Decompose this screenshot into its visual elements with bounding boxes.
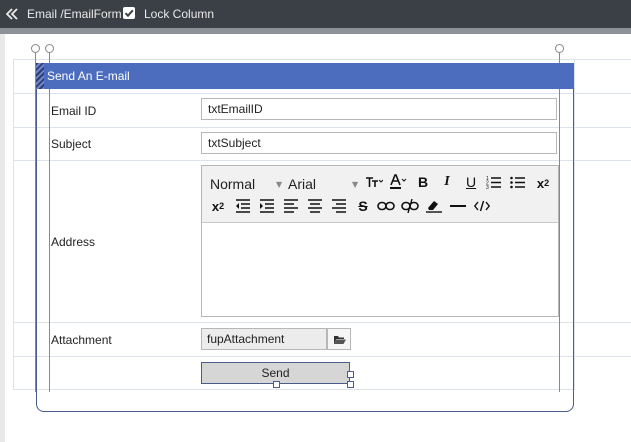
format-select[interactable]: Normal — [210, 176, 255, 192]
text-size-icon[interactable] — [364, 172, 384, 192]
browse-button[interactable] — [327, 328, 351, 350]
unlink-icon[interactable] — [400, 196, 420, 216]
outdent-icon[interactable] — [232, 196, 252, 216]
bold-icon[interactable]: B — [413, 172, 433, 192]
editor-content-area[interactable] — [202, 223, 558, 316]
attachment-label: Attachment — [51, 333, 112, 347]
top-toolbar: Email /EmailForm Lock Column — [0, 0, 631, 28]
resize-handle[interactable] — [347, 371, 354, 378]
align-center-icon[interactable] — [304, 196, 324, 216]
column-anchor-handle[interactable] — [45, 44, 54, 53]
subject-label: Subject — [51, 137, 92, 151]
email-id-field[interactable]: txtEmailID — [201, 98, 557, 120]
email-id-label: Email ID — [51, 104, 97, 118]
clear-format-icon[interactable] — [424, 196, 444, 216]
indent-icon[interactable] — [256, 196, 276, 216]
superscript-icon[interactable]: x2 — [208, 196, 228, 216]
font-select[interactable]: Arial — [288, 176, 316, 192]
unordered-list-icon[interactable] — [508, 172, 528, 192]
grid-line — [13, 59, 631, 60]
subscript-icon[interactable]: x2 — [533, 173, 553, 193]
chevron-down-icon[interactable]: ▼ — [276, 180, 282, 189]
align-right-icon[interactable] — [328, 196, 348, 216]
grid-line — [574, 59, 575, 390]
italic-icon[interactable]: I — [437, 172, 457, 192]
svg-text:3: 3 — [486, 185, 489, 189]
column-anchor-handle[interactable] — [31, 44, 40, 53]
grid-line — [13, 59, 14, 390]
horizontal-rule-icon[interactable] — [448, 196, 468, 216]
editor-toolbar: Normal ▼ Arial ▼ B I U 123 x2 x2 S — [202, 166, 558, 223]
link-icon[interactable] — [376, 196, 396, 216]
underline-icon[interactable]: U — [461, 172, 481, 192]
resize-handle[interactable] — [347, 381, 354, 388]
align-left-icon[interactable] — [280, 196, 300, 216]
lock-column-label: Lock Column — [144, 7, 215, 21]
address-label: Address — [51, 235, 96, 249]
attachment-file-field[interactable]: fupAttachment — [201, 328, 327, 350]
subject-field[interactable]: txtSubject — [201, 132, 557, 154]
column-anchor-handle[interactable] — [555, 44, 564, 53]
form-header[interactable]: Send An E-mail — [36, 63, 574, 89]
ordered-list-icon[interactable]: 123 — [484, 172, 504, 192]
drag-handle[interactable] — [36, 63, 44, 89]
strikethrough-icon[interactable]: S — [353, 196, 373, 216]
checkmark-icon — [124, 9, 134, 18]
font-color-icon[interactable] — [388, 172, 408, 192]
form-title: Send An E-mail — [47, 69, 130, 83]
folder-open-icon — [333, 335, 346, 344]
code-icon[interactable] — [472, 196, 492, 216]
resize-handle[interactable] — [273, 381, 280, 388]
lock-column-checkbox[interactable] — [123, 7, 135, 19]
chevron-down-icon[interactable]: ▼ — [352, 180, 358, 189]
address-rich-text-editor[interactable]: Normal ▼ Arial ▼ B I U 123 x2 x2 S — [201, 165, 559, 317]
breadcrumb[interactable]: Email /EmailForm — [27, 7, 122, 21]
double-chevron-left-icon[interactable] — [6, 7, 18, 21]
